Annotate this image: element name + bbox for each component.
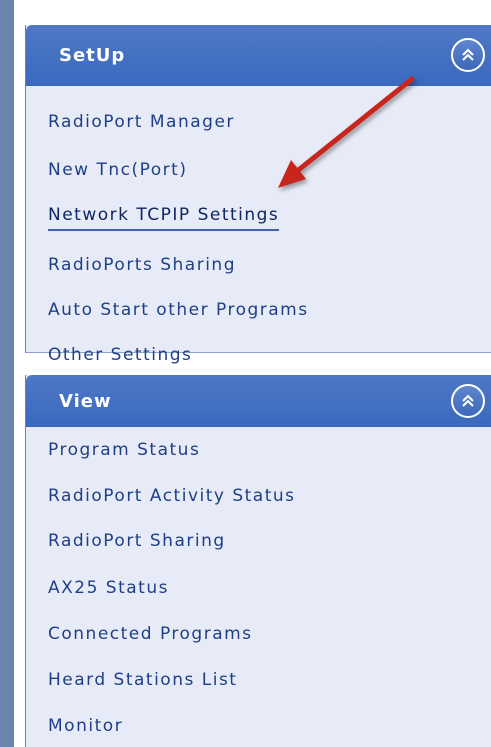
menu-item-radioport-activity-status[interactable]: RadioPort Activity Status — [48, 485, 296, 507]
menu-item-heard-stations-list[interactable]: Heard Stations List — [48, 669, 237, 691]
menu-item-program-status[interactable]: Program Status — [48, 439, 200, 461]
view-collapse-button[interactable] — [451, 384, 485, 418]
sidebar: SetUp RadioPort Manager New Tnc(Port) Ne… — [0, 0, 491, 747]
menu-item-radioport-manager[interactable]: RadioPort Manager — [48, 111, 235, 133]
double-chevron-up-icon — [462, 48, 474, 61]
menu-item-monitor[interactable]: Monitor — [48, 715, 123, 737]
setup-panel-header[interactable]: SetUp — [26, 25, 491, 86]
setup-panel: SetUp RadioPort Manager New Tnc(Port) Ne… — [25, 25, 491, 365]
menu-item-connected-programs[interactable]: Connected Programs — [48, 623, 253, 645]
menu-item-radioports-sharing[interactable]: RadioPorts Sharing — [48, 254, 236, 276]
menu-item-ax25-status[interactable]: AX25 Status — [48, 577, 169, 599]
view-panel: View Program Status RadioPort Activity S… — [25, 375, 491, 747]
menu-item-auto-start-other-programs[interactable]: Auto Start other Programs — [48, 299, 309, 321]
menu-item-network-tcpip-settings[interactable]: Network TCPIP Settings — [48, 204, 280, 231]
setup-collapse-button[interactable] — [451, 38, 485, 72]
menu-item-new-tnc-port[interactable]: New Tnc(Port) — [48, 159, 187, 181]
menu-item-other-settings[interactable]: Other Settings — [48, 344, 192, 366]
view-panel-title: View — [59, 390, 112, 412]
double-chevron-up-icon — [462, 394, 474, 407]
menu-item-radioport-sharing[interactable]: RadioPort Sharing — [48, 530, 226, 552]
view-panel-header[interactable]: View — [26, 375, 491, 427]
setup-panel-title: SetUp — [59, 45, 126, 66]
